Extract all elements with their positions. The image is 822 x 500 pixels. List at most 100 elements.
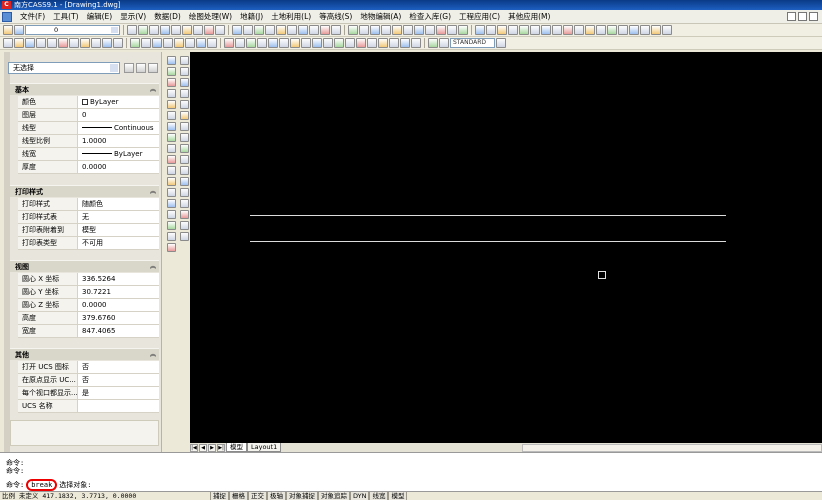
tool-icon[interactable] xyxy=(345,38,355,48)
menu-cadastre[interactable]: 地籍(J) xyxy=(236,11,267,22)
tool-icon[interactable] xyxy=(166,243,176,252)
menu-view[interactable]: 显示(V) xyxy=(116,11,150,22)
tool-icon[interactable] xyxy=(279,38,289,48)
tool-icon[interactable] xyxy=(160,25,170,35)
tool-icon[interactable] xyxy=(166,177,176,186)
property-row[interactable]: 宽度 847.4065 xyxy=(18,325,159,338)
section-misc[interactable]: 其他 ︽ xyxy=(10,348,159,360)
select-objects-icon[interactable] xyxy=(136,63,146,73)
property-row[interactable]: UCS 名称 xyxy=(18,400,159,413)
property-row[interactable]: 线型比例 1.0000 xyxy=(18,135,159,148)
property-row[interactable]: 线型 Continuous xyxy=(18,122,159,135)
layer-state-icon[interactable] xyxy=(14,25,24,35)
property-row[interactable]: 圆心 Z 坐标 0.0000 xyxy=(18,299,159,312)
tool-icon[interactable] xyxy=(224,38,234,48)
tool-icon[interactable] xyxy=(166,232,176,241)
tool-icon[interactable] xyxy=(323,38,333,48)
collapse-icon[interactable]: ︽ xyxy=(150,261,156,273)
snap-toggle[interactable]: 捕捉 xyxy=(210,492,229,500)
tool-icon[interactable] xyxy=(276,25,286,35)
collapse-icon[interactable]: ︽ xyxy=(150,84,156,96)
ellipse-arc-icon[interactable] xyxy=(179,166,189,175)
tool-icon[interactable] xyxy=(193,25,203,35)
tool-icon[interactable] xyxy=(204,25,214,35)
tool-icon[interactable] xyxy=(166,78,176,87)
tool-icon[interactable] xyxy=(414,25,424,35)
tool-icon[interactable] xyxy=(378,38,388,48)
tool-icon[interactable] xyxy=(519,25,529,35)
menu-land-use[interactable]: 土地利用(L) xyxy=(267,11,315,22)
tool-icon[interactable] xyxy=(320,25,330,35)
polyline-icon[interactable] xyxy=(179,78,189,87)
pan-icon[interactable] xyxy=(130,38,140,48)
property-row[interactable]: 厚度 0.0000 xyxy=(18,161,159,174)
tool-palette-icon[interactable] xyxy=(196,38,206,48)
tool-icon[interactable] xyxy=(425,25,435,35)
tab-layout1[interactable]: Layout1 xyxy=(247,443,282,452)
document-icon[interactable] xyxy=(2,11,12,22)
tool-icon[interactable] xyxy=(400,38,410,48)
tool-icon[interactable] xyxy=(287,25,297,35)
tool-icon[interactable] xyxy=(392,25,402,35)
zoom-realtime-icon[interactable] xyxy=(141,38,151,48)
tab-model[interactable]: 模型 xyxy=(226,443,247,452)
layer-manager-icon[interactable] xyxy=(3,25,13,35)
line-tool-icon[interactable] xyxy=(179,56,189,65)
hatch-icon[interactable] xyxy=(179,210,189,219)
tool-icon[interactable] xyxy=(268,38,278,48)
property-row[interactable]: 打印样式表 无 xyxy=(18,211,159,224)
ortho-toggle[interactable]: 正交 xyxy=(248,492,267,500)
tool-icon[interactable] xyxy=(312,38,322,48)
tool-icon[interactable] xyxy=(607,25,617,35)
tool-icon[interactable] xyxy=(563,25,573,35)
multiline-text-icon[interactable] xyxy=(179,232,189,241)
drawn-line[interactable] xyxy=(250,215,726,216)
make-block-icon[interactable] xyxy=(179,188,189,197)
tool-icon[interactable] xyxy=(166,67,176,76)
menu-check-import[interactable]: 检查入库(G) xyxy=(405,11,455,22)
tool-icon[interactable] xyxy=(596,25,606,35)
design-center-icon[interactable] xyxy=(185,38,195,48)
collapse-icon[interactable]: ︽ xyxy=(150,186,156,198)
arc-icon[interactable] xyxy=(179,111,189,120)
prev-tab-icon[interactable]: ◀ xyxy=(199,443,207,452)
tool-icon[interactable] xyxy=(246,38,256,48)
command-window[interactable]: 命令: 命令: 命令: break 选择对象: xyxy=(0,452,822,492)
polar-toggle[interactable]: 极轴 xyxy=(267,492,286,500)
tool-icon[interactable] xyxy=(166,155,176,164)
tool-icon[interactable] xyxy=(618,25,628,35)
tool-icon[interactable] xyxy=(662,25,672,35)
menu-tools[interactable]: 工具(T) xyxy=(49,11,82,22)
tool-icon[interactable] xyxy=(348,25,358,35)
tool-icon[interactable] xyxy=(166,100,176,109)
tool-icon[interactable] xyxy=(166,199,176,208)
tool-icon[interactable] xyxy=(403,25,413,35)
tool-icon[interactable] xyxy=(298,25,308,35)
tool-icon[interactable] xyxy=(585,25,595,35)
section-basic[interactable]: 基本 ︽ xyxy=(10,83,159,95)
property-row[interactable]: 打印样式 随颜色 xyxy=(18,198,159,211)
property-row[interactable]: 高度 379.6760 xyxy=(18,312,159,325)
tool-icon[interactable] xyxy=(182,25,192,35)
grid-toggle[interactable]: 栅格 xyxy=(229,492,248,500)
tool-icon[interactable] xyxy=(254,25,264,35)
tool-icon[interactable] xyxy=(389,38,399,48)
region-icon[interactable] xyxy=(179,221,189,230)
text-style-select[interactable]: STANDARD xyxy=(450,38,495,48)
circle-icon[interactable] xyxy=(179,122,189,131)
tool-icon[interactable] xyxy=(370,25,380,35)
selection-dropdown[interactable]: 无选择 xyxy=(8,62,120,74)
tool-icon[interactable] xyxy=(381,25,391,35)
menu-other[interactable]: 其他应用(M) xyxy=(504,11,554,22)
menu-edit[interactable]: 编辑(E) xyxy=(83,11,117,22)
open-file-icon[interactable] xyxy=(14,38,24,48)
lineweight-toggle[interactable]: 线宽 xyxy=(369,492,389,500)
tool-icon[interactable] xyxy=(166,144,176,153)
tool-icon[interactable] xyxy=(508,25,518,35)
next-tab-icon[interactable]: ▶ xyxy=(208,443,216,452)
tool-icon[interactable] xyxy=(458,25,468,35)
tool-icon[interactable] xyxy=(149,25,159,35)
polygon-icon[interactable] xyxy=(179,89,189,98)
property-row[interactable]: 打印表附着到 模型 xyxy=(18,224,159,237)
drawing-canvas[interactable] xyxy=(190,52,822,443)
